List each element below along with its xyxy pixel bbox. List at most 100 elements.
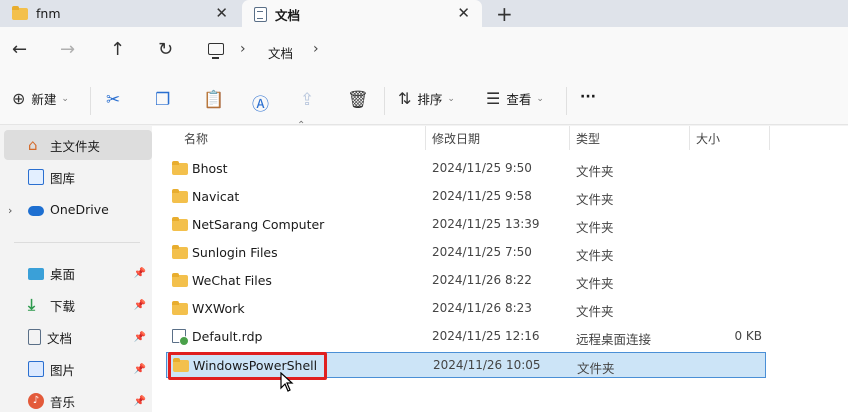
chevron-down-icon: ⌄ — [447, 93, 455, 104]
column-divider[interactable] — [569, 126, 570, 150]
file-name: NetSarang Computer — [192, 217, 325, 232]
navigation-bar: ← → ↑ ↻ › 文档 › — [0, 27, 848, 77]
new-label: 新建 — [31, 92, 57, 107]
refresh-button[interactable]: ↻ — [158, 39, 173, 60]
onedrive-icon — [28, 206, 44, 216]
delete-icon[interactable]: 🗑 — [347, 90, 369, 110]
chevron-right-icon[interactable]: › — [313, 41, 319, 57]
file-name: Bhost — [192, 161, 228, 176]
sort-ascending-icon: ⌃ — [297, 120, 306, 131]
pin-icon[interactable]: 📌 — [134, 364, 146, 375]
forward-button[interactable]: → — [60, 39, 75, 60]
file-name: WeChat Files — [192, 273, 272, 288]
file-row[interactable]: Default.rdp 2024/11/25 12:16 远程桌面连接 0 KB — [166, 324, 766, 350]
desktop-icon — [28, 268, 44, 280]
file-row[interactable]: WXWork 2024/11/26 8:23 文件夹 — [166, 296, 766, 322]
folder-icon — [172, 301, 188, 315]
column-divider[interactable] — [425, 126, 426, 150]
file-row[interactable]: Sunlogin Files 2024/11/25 7:50 文件夹 — [166, 240, 766, 266]
documents-icon — [28, 329, 41, 345]
sidebar-item-label: 图片 — [50, 362, 76, 378]
divider — [14, 242, 140, 243]
folder-icon — [172, 273, 188, 287]
chevron-down-icon: ⌄ — [536, 93, 544, 104]
column-divider[interactable] — [769, 126, 770, 150]
file-date: 2024/11/25 9:50 — [432, 161, 532, 175]
share-icon[interactable]: ⇪ — [300, 90, 314, 110]
file-date: 2024/11/26 8:23 — [432, 301, 532, 315]
file-type: 文件夹 — [576, 276, 614, 291]
file-row[interactable]: WeChat Files 2024/11/26 8:22 文件夹 — [166, 268, 766, 294]
file-name: Navicat — [192, 189, 240, 204]
pin-icon[interactable]: 📌 — [134, 332, 146, 343]
remote-desktop-icon — [172, 329, 189, 346]
file-type: 文件夹 — [576, 220, 614, 235]
file-name: WXWork — [192, 301, 245, 316]
sidebar-item-home[interactable]: ⌂ 主文件夹 — [4, 130, 152, 160]
pictures-icon — [28, 361, 44, 377]
column-header-size[interactable]: 大小 — [696, 126, 720, 150]
cut-icon[interactable]: ✂ — [106, 90, 120, 110]
folder-icon — [172, 189, 188, 203]
new-button[interactable]: ⊕ 新建 ⌄ — [12, 89, 69, 108]
new-tab-button[interactable]: + — [496, 2, 513, 26]
divider — [566, 87, 567, 115]
gallery-icon — [28, 169, 44, 185]
column-header-type[interactable]: 类型 — [576, 126, 600, 150]
chevron-down-icon: ⌄ — [61, 93, 69, 104]
download-icon: ⤓ — [28, 295, 36, 314]
pin-icon[interactable]: 📌 — [134, 300, 146, 311]
sidebar-item-pictures[interactable]: 图片 📌 — [4, 354, 152, 384]
column-divider[interactable] — [689, 126, 690, 150]
tab-close-icon[interactable]: ✕ — [457, 4, 470, 22]
sidebar-item-label: 主文件夹 — [50, 138, 101, 154]
sort-label: 排序 — [417, 92, 443, 107]
tab-bar: fnm ✕ 文档 ✕ + — [0, 0, 848, 28]
pin-icon[interactable]: 📌 — [134, 396, 146, 407]
file-row[interactable]: Bhost 2024/11/25 9:50 文件夹 — [166, 156, 766, 182]
sidebar-item-label: 桌面 — [50, 266, 76, 282]
column-header-date[interactable]: 修改日期 — [432, 126, 480, 150]
paste-icon[interactable]: 📋 — [203, 90, 224, 110]
view-label: 查看 — [506, 92, 532, 107]
breadcrumb-documents[interactable]: 文档 — [268, 43, 293, 62]
tab-close-icon[interactable]: ✕ — [215, 4, 228, 22]
sidebar-item-documents[interactable]: 文档 📌 — [4, 322, 152, 352]
column-header-name[interactable]: 名称 — [184, 126, 208, 150]
back-button[interactable]: ← — [12, 39, 27, 60]
tab-fnm[interactable]: fnm ✕ — [0, 0, 240, 27]
music-icon: ♪ — [28, 393, 44, 409]
sidebar-item-downloads[interactable]: ⤓ 下载 📌 — [4, 290, 152, 320]
tab-label: 文档 — [275, 7, 301, 23]
file-size: 0 KB — [734, 329, 762, 343]
view-button[interactable]: ☰ 查看 ⌄ — [486, 89, 544, 108]
more-options-button[interactable]: ··· — [580, 89, 596, 105]
copy-icon[interactable]: ❐ — [155, 90, 170, 110]
file-name: Sunlogin Files — [192, 245, 278, 260]
file-row[interactable]: Navicat 2024/11/25 9:58 文件夹 — [166, 184, 766, 210]
sidebar-item-onedrive[interactable]: OneDrive — [4, 194, 152, 224]
folder-icon — [172, 217, 188, 231]
plus-circle-icon: ⊕ — [12, 89, 26, 108]
this-pc-icon[interactable] — [208, 43, 224, 59]
divider — [384, 87, 385, 115]
divider — [90, 87, 91, 115]
sidebar-item-gallery[interactable]: 图库 — [4, 162, 152, 192]
file-type: 文件夹 — [576, 248, 614, 263]
chevron-right-icon[interactable]: › — [240, 41, 246, 57]
rename-icon[interactable]: Ⓐ — [252, 90, 269, 115]
up-button[interactable]: ↑ — [110, 39, 125, 60]
home-icon: ⌂ — [28, 136, 38, 154]
file-type: 文件夹 — [576, 192, 614, 207]
file-row[interactable]: NetSarang Computer 2024/11/25 13:39 文件夹 — [166, 212, 766, 238]
file-type: 文件夹 — [576, 304, 614, 319]
tab-documents[interactable]: 文档 ✕ — [242, 0, 482, 28]
sidebar-item-music[interactable]: ♪ 音乐 📌 — [4, 386, 152, 412]
file-date: 2024/11/25 9:58 — [432, 189, 532, 203]
command-bar: ⊕ 新建 ⌄ ✂ ❐ 📋 Ⓐ ⇪ 🗑 ⇅ 排序 ⌄ ☰ 查看 ⌄ ··· — [0, 77, 848, 125]
sort-button[interactable]: ⇅ 排序 ⌄ — [398, 89, 455, 108]
tab-label: fnm — [36, 6, 61, 21]
pin-icon[interactable]: 📌 — [134, 268, 146, 279]
sidebar-item-desktop[interactable]: 桌面 📌 — [4, 258, 152, 288]
document-icon — [254, 6, 267, 22]
